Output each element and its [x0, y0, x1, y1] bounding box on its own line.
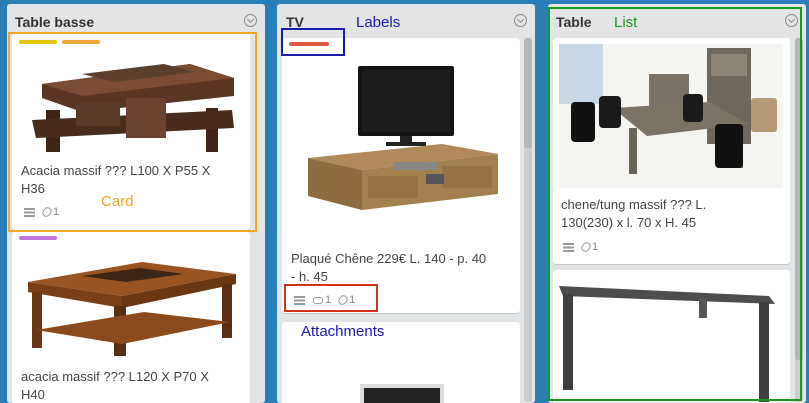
card[interactable]: acacia massif ??? L120 X P70 X H40: [12, 232, 250, 403]
card-title-line: acacia massif ??? L120 X P70 X: [21, 369, 209, 384]
list-tv: TV Plaqué Chêne 229€ L. 140 - p. 40 - h.…: [277, 4, 535, 403]
label-purple: [19, 236, 57, 240]
card-cover-image: [302, 62, 502, 222]
labels-annotation: Labels: [356, 14, 401, 31]
list-highlight-box: [548, 7, 802, 401]
list-menu-chevron-icon[interactable]: [514, 14, 527, 27]
list-menu-chevron-icon[interactable]: [244, 14, 257, 27]
labels-highlight-box: [281, 28, 345, 56]
list-scrollbar[interactable]: [524, 38, 532, 402]
card-title: acacia massif ??? L120 X P70 X H40: [21, 368, 209, 403]
list-title[interactable]: Table basse: [15, 14, 94, 30]
card-cover-image: [318, 380, 448, 403]
card-annotation: Card: [101, 193, 134, 210]
card-title-line: Plaqué Chêne 229€ L. 140 - p. 40: [291, 251, 487, 266]
attachments-highlight-box: [284, 284, 378, 312]
attachments-annotation: Attachments: [301, 323, 385, 340]
list-scrollbar-thumb[interactable]: [524, 38, 532, 148]
card-title-line: H40: [21, 387, 45, 402]
card-cover-image: [22, 246, 242, 358]
list-annotation: List: [614, 14, 638, 31]
card[interactable]: Plaqué Chêne 229€ L. 140 - p. 40 - h. 45…: [282, 38, 520, 313]
card-title: Plaqué Chêne 229€ L. 140 - p. 40 - h. 45: [291, 250, 486, 286]
